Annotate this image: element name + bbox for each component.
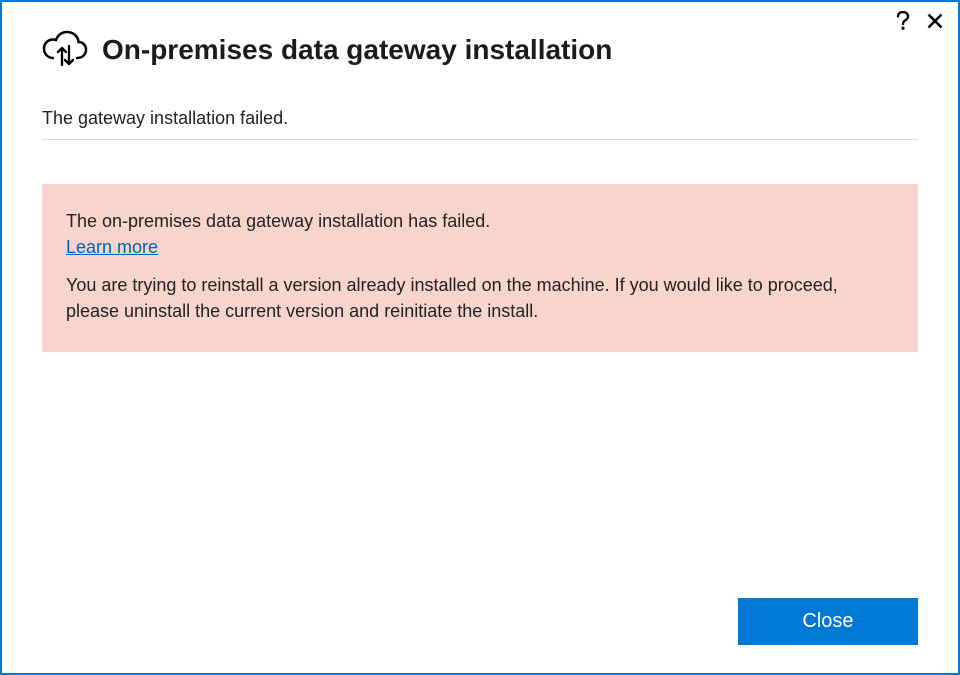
status-message: The gateway installation failed. <box>42 80 918 140</box>
installer-window: On-premises data gateway installation Th… <box>0 0 960 675</box>
help-icon[interactable] <box>892 10 914 32</box>
header: On-premises data gateway installation <box>2 2 958 80</box>
error-panel: The on-premises data gateway installatio… <box>42 184 918 352</box>
footer: Close <box>2 598 958 673</box>
error-detail: You are trying to reinstall a version al… <box>66 272 894 324</box>
cloud-arrows-icon <box>42 30 88 70</box>
close-button[interactable]: Close <box>738 598 918 645</box>
titlebar-controls <box>892 10 946 32</box>
learn-more-link[interactable]: Learn more <box>66 237 158 258</box>
page-title: On-premises data gateway installation <box>102 34 612 66</box>
error-title: The on-premises data gateway installatio… <box>66 208 894 235</box>
content-area: The gateway installation failed. The on-… <box>2 80 958 598</box>
close-icon[interactable] <box>924 10 946 32</box>
